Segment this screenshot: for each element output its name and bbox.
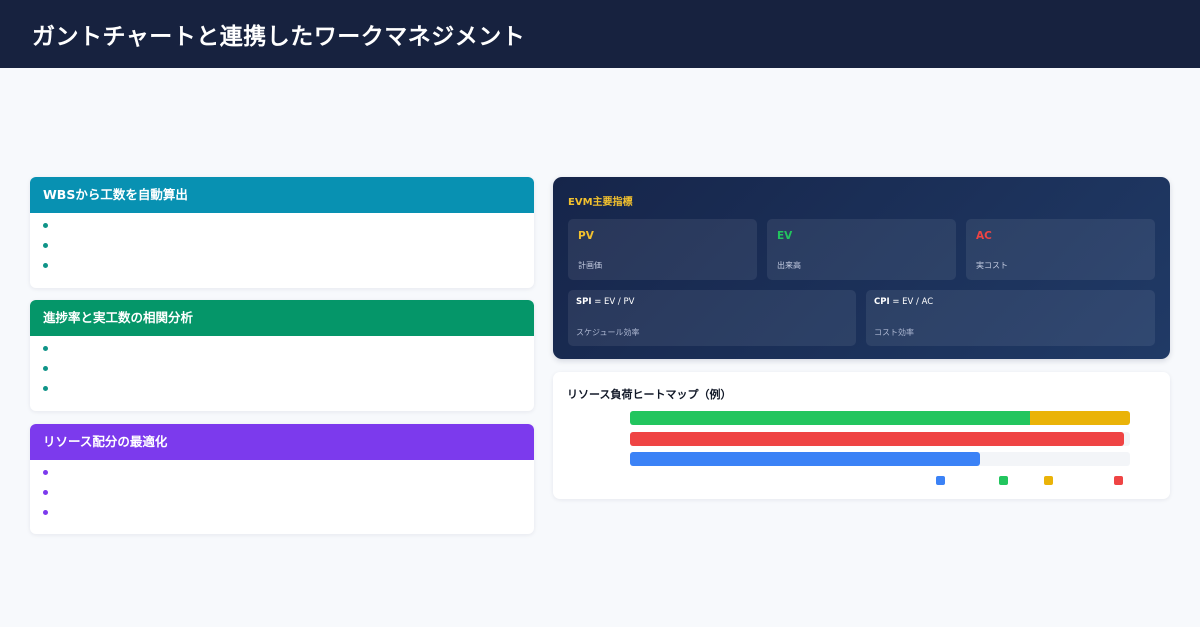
bullet-icon bbox=[43, 223, 48, 228]
formula-cpi: CPI = EV / AC コスト効率 bbox=[866, 290, 1155, 346]
heatmap-row bbox=[630, 432, 1130, 446]
heatmap-segment bbox=[630, 452, 980, 466]
page-header: ガントチャートと連携したワークマネジメント bbox=[0, 0, 1200, 68]
heatmap-segment bbox=[630, 411, 1030, 425]
bullet-icon bbox=[43, 386, 48, 391]
feature-card-resource: リソース配分の最適化 bbox=[30, 424, 534, 534]
evm-title: EVM主要指標 bbox=[568, 197, 633, 208]
metric-ev: EV 出来高 bbox=[767, 219, 956, 280]
bullet-icon bbox=[43, 366, 48, 371]
feature-card-wbs: WBSから工数を自動算出 bbox=[30, 177, 534, 288]
legend-swatch bbox=[1044, 476, 1053, 485]
formula-text: SPI = EV / PV bbox=[576, 297, 634, 307]
bullet-icon bbox=[43, 346, 48, 351]
heatmap-segment bbox=[630, 432, 1124, 446]
bullet-icon bbox=[43, 263, 48, 268]
metric-name: EV bbox=[777, 230, 793, 242]
feature-card-progress: 進捗率と実工数の相関分析 bbox=[30, 300, 534, 411]
metric-desc: 計画価 bbox=[578, 261, 602, 270]
formula-desc: スケジュール効率 bbox=[576, 328, 640, 337]
feature-card-title: 進捗率と実工数の相関分析 bbox=[30, 300, 534, 336]
page-title: ガントチャートと連携したワークマネジメント bbox=[32, 24, 526, 50]
heatmap-row bbox=[630, 452, 1130, 466]
metric-name: PV bbox=[578, 230, 594, 242]
formula-text: CPI = EV / AC bbox=[874, 297, 933, 307]
heatmap-row bbox=[630, 411, 1130, 425]
formula-spi: SPI = EV / PV スケジュール効率 bbox=[568, 290, 856, 346]
feature-card-list bbox=[30, 460, 534, 515]
bullet-icon bbox=[43, 243, 48, 248]
formula-expr: = EV / AC bbox=[889, 297, 934, 307]
feature-card-title: リソース配分の最適化 bbox=[30, 424, 534, 460]
metric-name: AC bbox=[976, 230, 992, 242]
metric-desc: 出来高 bbox=[777, 261, 801, 270]
formula-expr: = EV / PV bbox=[591, 297, 635, 307]
heatmap-title: リソース負荷ヒートマップ（例） bbox=[567, 388, 732, 401]
feature-card-list bbox=[30, 213, 534, 268]
bullet-icon bbox=[43, 470, 48, 475]
metric-desc: 実コスト bbox=[976, 261, 1008, 270]
evm-panel: EVM主要指標 PV 計画価 EV 出来高 AC 実コスト SPI = EV /… bbox=[553, 177, 1170, 359]
heatmap-panel: リソース負荷ヒートマップ（例） bbox=[553, 372, 1170, 499]
heatmap-segment bbox=[1030, 411, 1130, 425]
formula-name: CPI bbox=[874, 297, 890, 307]
metric-ac: AC 実コスト bbox=[966, 219, 1155, 280]
metric-pv: PV 計画価 bbox=[568, 219, 757, 280]
bullet-icon bbox=[43, 510, 48, 515]
formula-name: SPI bbox=[576, 297, 592, 307]
legend-swatch bbox=[999, 476, 1008, 485]
legend-swatch bbox=[1114, 476, 1123, 485]
feature-card-list bbox=[30, 336, 534, 391]
bullet-icon bbox=[43, 490, 48, 495]
legend-swatch bbox=[936, 476, 945, 485]
formula-desc: コスト効率 bbox=[874, 328, 914, 337]
feature-card-title: WBSから工数を自動算出 bbox=[30, 177, 534, 213]
